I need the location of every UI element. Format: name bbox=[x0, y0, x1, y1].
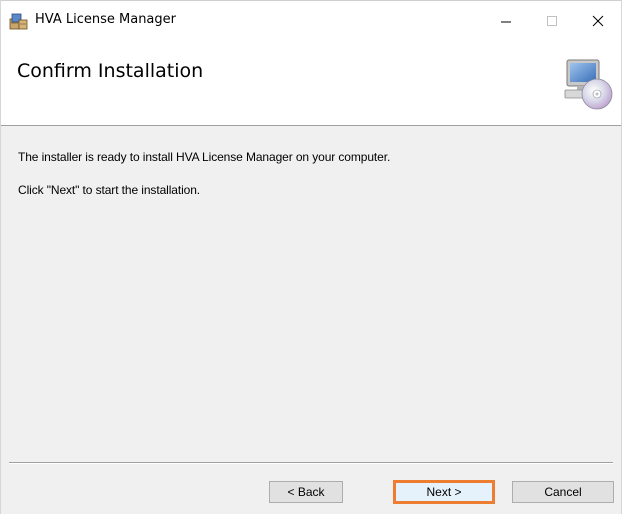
header-banner: Confirm Installation bbox=[1, 40, 621, 126]
title-bar: HVA License Manager bbox=[1, 0, 621, 40]
window-title: HVA License Manager bbox=[35, 12, 176, 27]
page-title: Confirm Installation bbox=[17, 60, 204, 82]
cancel-button[interactable]: Cancel bbox=[512, 481, 614, 503]
computer-cd-icon bbox=[564, 59, 613, 110]
ready-message: The installer is ready to install HVA Li… bbox=[18, 150, 391, 164]
minimize-button[interactable] bbox=[483, 1, 529, 41]
close-icon bbox=[592, 15, 604, 27]
next-button[interactable]: Next > bbox=[393, 480, 495, 504]
back-button[interactable]: < Back bbox=[269, 481, 343, 503]
close-button[interactable] bbox=[575, 1, 621, 41]
minimize-icon bbox=[501, 21, 511, 23]
installer-window: HVA License Manager Confirm Installation bbox=[0, 0, 622, 514]
footer-divider-highlight bbox=[9, 463, 613, 464]
maximize-icon bbox=[547, 16, 557, 26]
instruction-message: Click "Next" to start the installation. bbox=[18, 183, 201, 197]
installer-app-icon bbox=[9, 13, 28, 30]
maximize-button[interactable] bbox=[529, 1, 575, 41]
